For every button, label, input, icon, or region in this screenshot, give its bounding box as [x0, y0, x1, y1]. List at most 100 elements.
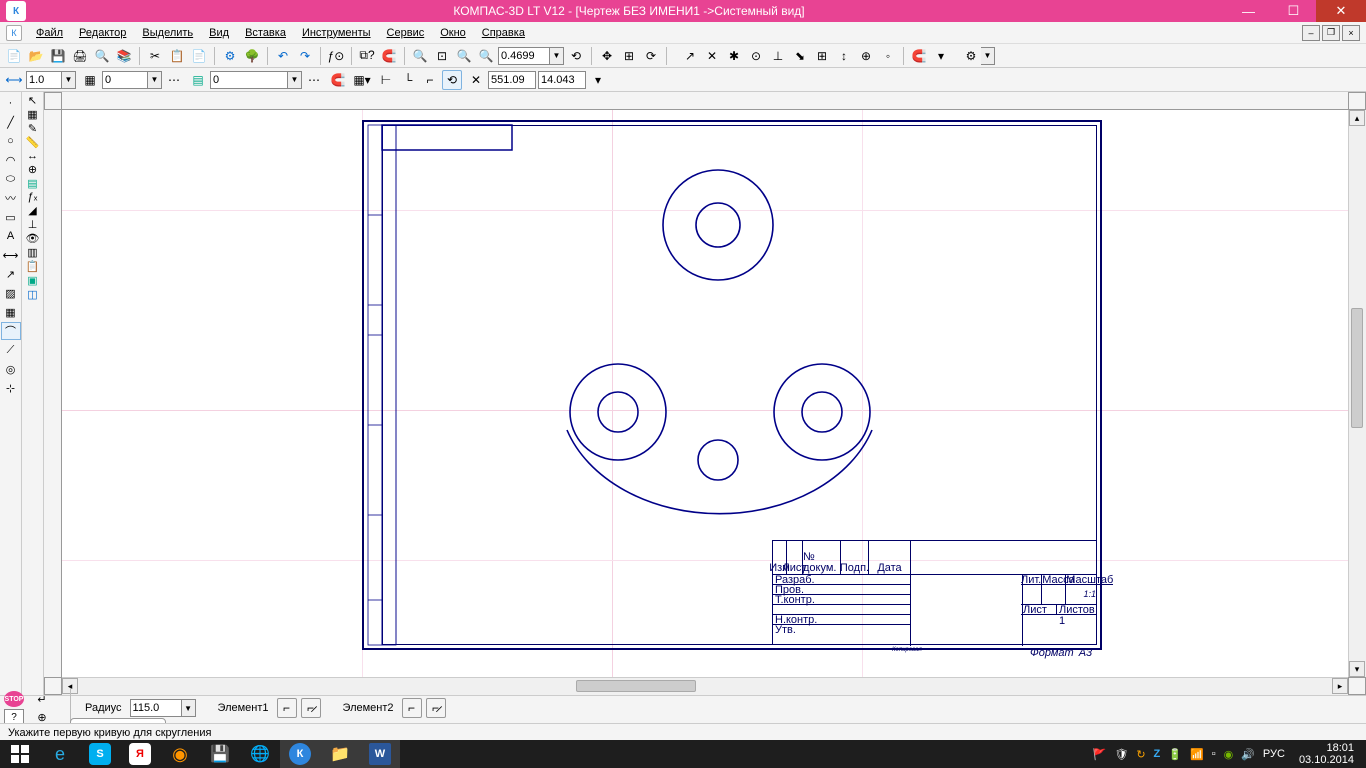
tool-spline[interactable]: 〰	[1, 189, 21, 207]
tool-spec[interactable]: ▥	[27, 246, 37, 259]
tool-circle[interactable]: ○	[1, 132, 21, 150]
menu-insert[interactable]: Вставка	[237, 24, 294, 42]
style-input[interactable]	[26, 71, 62, 89]
start-button[interactable]	[0, 740, 40, 768]
tool-rectangle[interactable]: ▭	[1, 208, 21, 226]
maximize-button[interactable]: ☐	[1271, 0, 1316, 22]
tray-update-icon[interactable]: ↻	[1136, 748, 1145, 761]
tool-edit[interactable]: ▤	[27, 177, 37, 190]
taskbar-kompas[interactable]: К	[280, 740, 320, 768]
snap-nearest-button[interactable]: ⬊	[790, 46, 810, 66]
mdi-restore-button[interactable]: ❐	[1322, 25, 1340, 41]
tool-point[interactable]: ·	[1, 94, 21, 112]
grid-button[interactable]: ▦▾	[352, 70, 372, 90]
element2-trim-button[interactable]: ⌐	[402, 698, 422, 718]
scrollbar-vertical[interactable]: ▴ ▾	[1348, 110, 1366, 677]
scroll-h-thumb[interactable]	[576, 680, 696, 692]
coord-x-field[interactable]	[488, 71, 536, 89]
close-button[interactable]: ✕	[1316, 0, 1366, 22]
tray-z-icon[interactable]: Z	[1154, 748, 1161, 760]
coord-arrow[interactable]: ▾	[588, 70, 608, 90]
zoom-combo[interactable]: ▼	[498, 47, 564, 65]
zoom-out-button[interactable]: 🔍	[476, 46, 496, 66]
style-button[interactable]: ⟷	[4, 70, 24, 90]
snap-settings-combo[interactable]: ⚙▼	[961, 46, 995, 66]
auto-create-button[interactable]: ↵	[32, 691, 52, 707]
tray-flag-icon[interactable]: 🚩	[1093, 748, 1107, 761]
tool-chamfer[interactable]: ⟋	[1, 341, 21, 359]
tool-ellipse[interactable]: ⬭	[1, 170, 21, 188]
menu-window[interactable]: Окно	[432, 24, 474, 42]
menu-tools[interactable]: Инструменты	[294, 24, 379, 42]
minimize-button[interactable]: —	[1226, 0, 1271, 22]
snap-toggle-button[interactable]: 🧲	[909, 46, 929, 66]
doc-combo[interactable]: ▼	[210, 71, 302, 89]
doc-input[interactable]	[210, 71, 288, 89]
mdi-minimize-button[interactable]: –	[1302, 25, 1320, 41]
menu-file[interactable]: Файл	[28, 24, 71, 42]
new-document-button[interactable]: 📄	[4, 46, 24, 66]
layer-combo[interactable]: ▼	[102, 71, 162, 89]
redo-button[interactable]: ↷	[295, 46, 315, 66]
taskbar-word[interactable]: W	[360, 740, 400, 768]
snap-arrow-button[interactable]: ▾	[931, 46, 951, 66]
undo-button[interactable]: ↶	[273, 46, 293, 66]
menu-help[interactable]: Справка	[474, 24, 533, 42]
tool-dim-ext[interactable]: ↔	[27, 150, 38, 162]
library-button[interactable]: 📚	[114, 46, 134, 66]
tool-axis[interactable]: ⊹	[1, 379, 21, 397]
scroll-v-thumb[interactable]	[1351, 308, 1363, 428]
tool-grid-ext[interactable]: ▦	[27, 108, 37, 121]
zoom-dynamic-button[interactable]: 🔍	[454, 46, 474, 66]
ortho-mode-button[interactable]: ⌐	[420, 70, 440, 90]
doc-layers-button[interactable]: ▤	[188, 70, 208, 90]
tool-select[interactable]: ↖	[28, 94, 37, 107]
snap-center-button[interactable]: ⊕	[856, 46, 876, 66]
mdi-close-button[interactable]: ×	[1342, 25, 1360, 41]
tray-shield-icon[interactable]: 🛡	[1114, 748, 1128, 761]
scroll-up-button[interactable]: ▴	[1349, 110, 1365, 126]
style-combo[interactable]: ▼	[26, 71, 76, 89]
taskbar-aimp[interactable]: ◉	[160, 740, 200, 768]
magnet-button[interactable]: 🧲	[379, 46, 399, 66]
tool-constraint[interactable]: ⊥	[28, 218, 38, 231]
element2-notrim-button[interactable]: ⌐̷	[426, 698, 446, 718]
taskbar-skype[interactable]: S	[80, 740, 120, 768]
tray-gpu-icon[interactable]: ◉	[1224, 748, 1234, 761]
tool-fillet[interactable]: ⌒	[1, 322, 21, 340]
tool-measure2[interactable]: ◢	[28, 204, 36, 217]
layer-icon[interactable]: ▦	[80, 70, 100, 90]
layer-manager-button[interactable]: ⋯	[164, 70, 184, 90]
tray-lang[interactable]: РУС	[1263, 748, 1285, 760]
zoom-in-button[interactable]: 🔍	[410, 46, 430, 66]
preview-button[interactable]: 🔍	[92, 46, 112, 66]
coord-y-field[interactable]	[538, 71, 586, 89]
radius-input[interactable]	[130, 699, 182, 717]
fit-button[interactable]: ⊞	[619, 46, 639, 66]
tool-text[interactable]: A	[1, 227, 21, 245]
taskbar-ie[interactable]: e	[40, 740, 80, 768]
radius-combo[interactable]: ▼	[130, 699, 196, 717]
snap-normal-button[interactable]: ⊥	[768, 46, 788, 66]
tool-equidistant[interactable]: ◎	[1, 360, 21, 378]
paste-button[interactable]: 📄	[189, 46, 209, 66]
tool-report[interactable]: 📋	[26, 260, 40, 273]
snap-end-button[interactable]: ↗	[680, 46, 700, 66]
round-button[interactable]: ⟲	[442, 70, 462, 90]
properties-button[interactable]: ⚙	[220, 46, 240, 66]
copy-button[interactable]: 📋	[167, 46, 187, 66]
print-button[interactable]: 🖨	[70, 46, 90, 66]
save-button[interactable]: 💾	[48, 46, 68, 66]
lcs-button[interactable]: └	[398, 70, 418, 90]
tool-table[interactable]: ▦	[1, 303, 21, 321]
cut-button[interactable]: ✂	[145, 46, 165, 66]
system-tray[interactable]: 🚩 🛡 ↻ Z 🔋 📶 ▫ ◉ 🔊 РУС 18:01 03.10.2014	[1087, 742, 1366, 766]
help-context-button[interactable]: ⧉?	[357, 46, 377, 66]
axis-button[interactable]: ⊢	[376, 70, 396, 90]
tray-network-icon[interactable]: 📶	[1190, 748, 1204, 761]
macro-button[interactable]: ƒ⊙	[326, 46, 346, 66]
element1-trim-button[interactable]: ⌐	[277, 698, 297, 718]
tool-hatch[interactable]: ▨	[1, 284, 21, 302]
tray-battery-icon[interactable]: 🔋	[1168, 748, 1182, 761]
zoom-prev-button[interactable]: ⟲	[566, 46, 586, 66]
